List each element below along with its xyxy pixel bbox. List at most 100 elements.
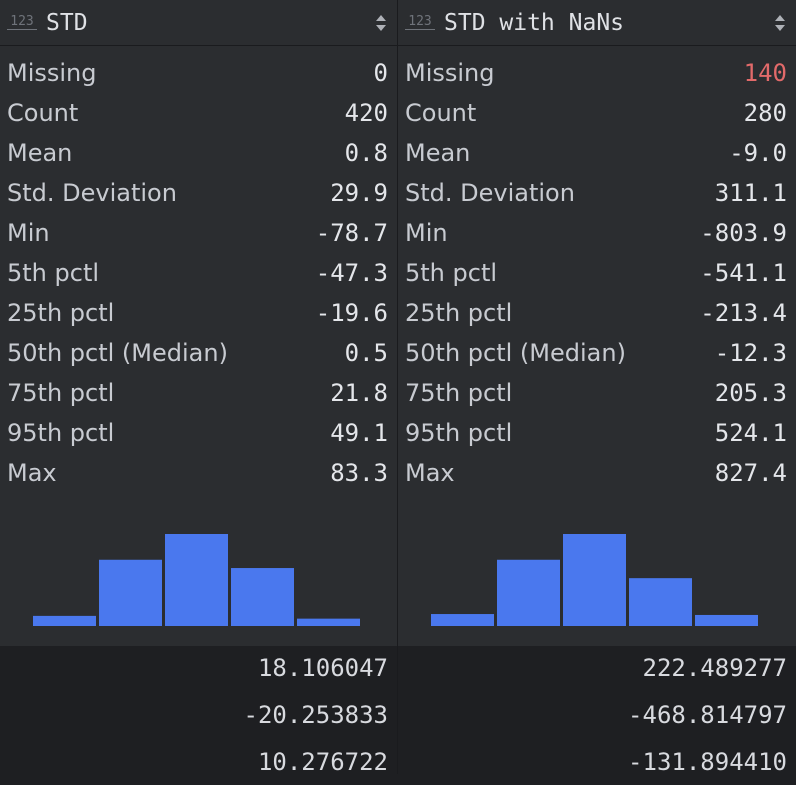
histogram bbox=[398, 512, 795, 646]
stat-value: 280 bbox=[743, 99, 787, 127]
column-header[interactable]: 123 STD with NaNs bbox=[398, 0, 796, 46]
stat-label: Missing bbox=[405, 59, 495, 87]
stat-value: -19.6 bbox=[315, 299, 388, 327]
stat-label: Max bbox=[405, 459, 455, 487]
stat-row-std: Std. Deviation 311.1 bbox=[398, 173, 796, 213]
stat-label: Min bbox=[405, 219, 448, 247]
histogram-bar bbox=[563, 534, 626, 626]
stat-row-median: 50th pctl (Median) 0.5 bbox=[0, 333, 397, 373]
stat-value: 49.1 bbox=[330, 419, 388, 447]
stat-value: -12.3 bbox=[714, 339, 787, 367]
stat-row-p5: 5th pctl -541.1 bbox=[398, 253, 796, 293]
stat-value: -541.1 bbox=[700, 259, 787, 287]
stat-row-p95: 95th pctl 524.1 bbox=[398, 413, 796, 453]
stat-value-missing-highlight: 140 bbox=[743, 59, 787, 87]
stat-label: 5th pctl bbox=[7, 259, 100, 287]
stats-list: Missing 140 Count 280 Mean -9.0 Std. Deviat… bbox=[398, 46, 796, 493]
histogram-bar bbox=[99, 559, 162, 626]
stat-label: 25th pctl bbox=[7, 299, 115, 327]
stat-row-count: Count 280 bbox=[398, 93, 796, 133]
column-statistics-grid: 123 STD Missing 0 Count 420 Mean 0.8 Std. D… bbox=[0, 0, 796, 776]
stat-label: Mean bbox=[7, 139, 73, 167]
histogram-bar bbox=[431, 614, 494, 626]
stat-label: 95th pctl bbox=[405, 419, 513, 447]
stat-value: 0 bbox=[373, 59, 388, 87]
numeric-type-icon: 123 bbox=[405, 14, 435, 32]
sort-icon[interactable] bbox=[375, 13, 387, 33]
stat-value: 311.1 bbox=[714, 179, 787, 207]
sort-icon[interactable] bbox=[774, 13, 786, 33]
stat-value: 420 bbox=[344, 99, 388, 127]
stat-row-min: Min -78.7 bbox=[0, 213, 397, 253]
stat-label: Std. Deviation bbox=[7, 179, 177, 207]
data-cell[interactable]: -20.253833 bbox=[0, 691, 397, 738]
stat-label: 5th pctl bbox=[405, 259, 498, 287]
histogram-bar bbox=[695, 614, 758, 626]
stat-value: -213.4 bbox=[700, 299, 787, 327]
histogram-chart bbox=[33, 534, 360, 626]
stat-row-max: Max 827.4 bbox=[398, 453, 796, 493]
stat-value: 524.1 bbox=[714, 419, 787, 447]
stat-row-count: Count 420 bbox=[0, 93, 397, 133]
column-header[interactable]: 123 STD bbox=[0, 0, 397, 46]
stat-value: -9.0 bbox=[729, 139, 787, 167]
stat-row-p25: 25th pctl -19.6 bbox=[0, 293, 397, 333]
stat-label: 75th pctl bbox=[7, 379, 115, 407]
stat-row-mean: Mean 0.8 bbox=[0, 133, 397, 173]
column-title: STD with NaNs bbox=[444, 9, 625, 36]
stat-row-p95: 95th pctl 49.1 bbox=[0, 413, 397, 453]
stat-label: Missing bbox=[7, 59, 97, 87]
stats-list: Missing 0 Count 420 Mean 0.8 Std. Deviation… bbox=[0, 46, 397, 493]
stat-value: 0.8 bbox=[344, 139, 388, 167]
stat-label: Count bbox=[7, 99, 79, 127]
stat-label: Min bbox=[7, 219, 50, 247]
column-std-with-nans: 123 STD with NaNs Missing 140 Count 280 Me… bbox=[397, 0, 796, 776]
stat-row-p5: 5th pctl -47.3 bbox=[0, 253, 397, 293]
stat-label: 50th pctl (Median) bbox=[405, 339, 626, 367]
stat-value: 0.5 bbox=[344, 339, 388, 367]
stat-row-min: Min -803.9 bbox=[398, 213, 796, 253]
histogram bbox=[0, 512, 397, 646]
data-cell[interactable]: 18.106047 bbox=[0, 644, 397, 691]
stat-value: -78.7 bbox=[315, 219, 388, 247]
data-values: 18.106047 -20.253833 10.276722 bbox=[0, 644, 397, 776]
stat-label: 50th pctl (Median) bbox=[7, 339, 228, 367]
histogram-bar bbox=[33, 615, 96, 626]
stat-value: -803.9 bbox=[700, 219, 787, 247]
stat-row-mean: Mean -9.0 bbox=[398, 133, 796, 173]
stat-row-std: Std. Deviation 29.9 bbox=[0, 173, 397, 213]
stat-value: -47.3 bbox=[315, 259, 388, 287]
stat-row-missing: Missing 140 bbox=[398, 53, 796, 93]
numeric-type-icon: 123 bbox=[7, 14, 37, 32]
histogram-bar bbox=[165, 534, 228, 626]
column-std: 123 STD Missing 0 Count 420 Mean 0.8 Std. D… bbox=[0, 0, 397, 776]
stat-label: Std. Deviation bbox=[405, 179, 575, 207]
histogram-bar bbox=[231, 568, 294, 626]
column-title: STD bbox=[46, 9, 88, 36]
stat-row-max: Max 83.3 bbox=[0, 453, 397, 493]
stat-row-p25: 25th pctl -213.4 bbox=[398, 293, 796, 333]
stat-value: 21.8 bbox=[330, 379, 388, 407]
stat-row-p75: 75th pctl 21.8 bbox=[0, 373, 397, 413]
histogram-bar bbox=[297, 618, 360, 626]
stat-label: 95th pctl bbox=[7, 419, 115, 447]
data-cell[interactable]: 222.489277 bbox=[398, 644, 796, 691]
stat-label: Mean bbox=[405, 139, 471, 167]
stat-value: 29.9 bbox=[330, 179, 388, 207]
stat-value: 83.3 bbox=[330, 459, 388, 487]
stat-label: Max bbox=[7, 459, 57, 487]
data-cell[interactable]: 10.276722 bbox=[0, 738, 397, 785]
histogram-chart bbox=[431, 534, 758, 626]
data-cell[interactable]: -468.814797 bbox=[398, 691, 796, 738]
stat-row-missing: Missing 0 bbox=[0, 53, 397, 93]
data-values: 222.489277 -468.814797 -131.894410 bbox=[398, 644, 796, 776]
stat-value: 205.3 bbox=[714, 379, 787, 407]
stat-label: 75th pctl bbox=[405, 379, 513, 407]
histogram-bar bbox=[629, 578, 692, 626]
data-cell[interactable]: -131.894410 bbox=[398, 738, 796, 785]
stat-label: Count bbox=[405, 99, 477, 127]
histogram-bar bbox=[497, 559, 560, 626]
stat-row-median: 50th pctl (Median) -12.3 bbox=[398, 333, 796, 373]
stat-value: 827.4 bbox=[714, 459, 787, 487]
stat-label: 25th pctl bbox=[405, 299, 513, 327]
